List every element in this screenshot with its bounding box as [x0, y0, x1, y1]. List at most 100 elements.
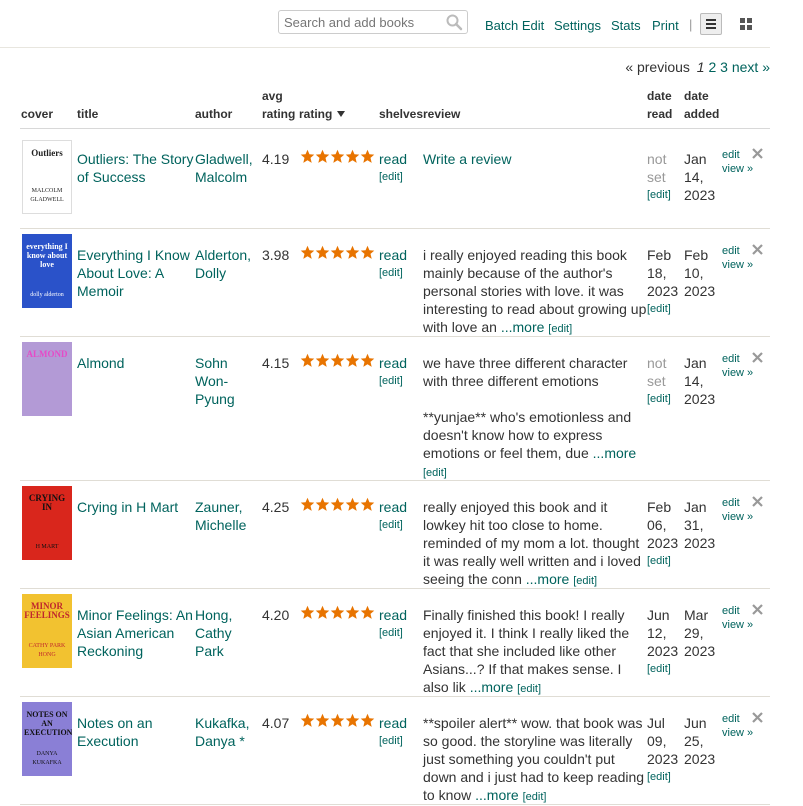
review-edit-link[interactable]: [edit] [523, 791, 547, 803]
shelf-edit-link[interactable]: [edit] [379, 516, 423, 534]
remove-book-icon[interactable] [752, 602, 763, 619]
review-edit-link[interactable]: [edit] [573, 575, 597, 587]
book-title-link[interactable]: Minor Feelings: An Asian American Reckon… [77, 606, 195, 660]
review-edit-link[interactable]: [edit] [517, 683, 541, 695]
star-icon[interactable] [330, 497, 345, 512]
header-date-added-line1[interactable]: date [684, 88, 709, 105]
star-icon[interactable] [300, 713, 315, 728]
stats-link[interactable]: Stats [611, 18, 641, 33]
view-link[interactable]: view » [722, 258, 762, 272]
my-rating-stars[interactable] [300, 149, 380, 165]
search-icon[interactable] [445, 13, 463, 31]
star-icon[interactable] [300, 605, 315, 620]
star-icon[interactable] [300, 149, 315, 164]
remove-book-icon[interactable] [752, 242, 763, 259]
star-icon[interactable] [315, 245, 330, 260]
next-page-link[interactable]: next » [732, 59, 770, 75]
header-review[interactable]: review [423, 106, 460, 123]
star-icon[interactable] [315, 353, 330, 368]
book-author-link[interactable]: Hong, Cathy Park [195, 606, 260, 660]
shelf-link[interactable]: read [379, 499, 407, 515]
header-avg-rating-line1[interactable]: avg [262, 88, 283, 105]
star-icon[interactable] [315, 713, 330, 728]
book-author-link[interactable]: Alderton, Dolly [195, 246, 260, 282]
page-2-link[interactable]: 2 [708, 59, 716, 75]
more-link[interactable]: ...more [526, 571, 570, 587]
book-cover[interactable]: everything I know about love dolly aldert… [22, 234, 72, 308]
star-icon[interactable] [315, 605, 330, 620]
star-icon[interactable] [345, 245, 360, 260]
sort-desc-icon[interactable] [336, 110, 346, 118]
page-3-link[interactable]: 3 [720, 59, 728, 75]
batch-edit-link[interactable]: Batch Edit [485, 18, 544, 33]
shelf-link[interactable]: read [379, 247, 407, 263]
more-link[interactable]: ...more [475, 787, 519, 803]
shelf-edit-link[interactable]: [edit] [379, 624, 423, 642]
header-date-added-line2[interactable]: added [684, 106, 719, 123]
review-edit-link[interactable]: [edit] [548, 323, 572, 335]
star-icon[interactable] [300, 245, 315, 260]
remove-book-icon[interactable] [752, 494, 763, 511]
book-title-link[interactable]: Outliers: The Story of Success [77, 150, 195, 186]
search-input[interactable] [284, 14, 439, 30]
shelf-edit-link[interactable]: [edit] [379, 732, 423, 750]
star-icon[interactable] [330, 245, 345, 260]
my-rating-stars[interactable] [300, 713, 380, 729]
star-icon[interactable] [300, 497, 315, 512]
date-read-edit-link[interactable]: [edit] [647, 660, 685, 678]
star-icon[interactable] [330, 353, 345, 368]
view-link[interactable]: view » [722, 162, 762, 176]
star-icon[interactable] [345, 149, 360, 164]
star-icon[interactable] [360, 353, 375, 368]
view-link[interactable]: view » [722, 366, 762, 380]
view-link[interactable]: view » [722, 726, 762, 740]
shelf-edit-link[interactable]: [edit] [379, 264, 423, 282]
star-icon[interactable] [345, 713, 360, 728]
grid-view-button[interactable] [740, 18, 753, 31]
shelf-link[interactable]: read [379, 355, 407, 371]
star-icon[interactable] [300, 353, 315, 368]
header-shelves[interactable]: shelves [379, 106, 423, 123]
remove-book-icon[interactable] [752, 710, 763, 727]
book-cover[interactable]: CRYING IN H MART [22, 486, 72, 560]
star-icon[interactable] [360, 713, 375, 728]
print-link[interactable]: Print [652, 18, 679, 33]
book-title-link[interactable]: Almond [77, 354, 195, 372]
star-icon[interactable] [345, 605, 360, 620]
book-title-link[interactable]: Crying in H Mart [77, 498, 195, 516]
star-icon[interactable] [360, 605, 375, 620]
view-link[interactable]: view » [722, 618, 762, 632]
star-icon[interactable] [315, 497, 330, 512]
star-icon[interactable] [345, 497, 360, 512]
header-rating[interactable]: rating [299, 106, 346, 123]
review-edit-link[interactable]: [edit] [423, 467, 447, 479]
star-icon[interactable] [330, 713, 345, 728]
header-title[interactable]: title [77, 106, 98, 123]
date-read-edit-link[interactable]: [edit] [647, 300, 685, 318]
book-author-link[interactable]: Sohn Won-Pyung [195, 354, 260, 408]
book-author-link[interactable]: Zauner, Michelle [195, 498, 260, 534]
date-read-edit-link[interactable]: [edit] [647, 186, 685, 204]
shelf-link[interactable]: read [379, 607, 407, 623]
header-date-read-line1[interactable]: date [647, 88, 672, 105]
date-read-edit-link[interactable]: [edit] [647, 768, 685, 786]
book-title-link[interactable]: Everything I Know About Love: A Memoir [77, 246, 195, 300]
book-cover[interactable]: Outliers MALCOLM GLADWELL [22, 140, 72, 214]
shelf-link[interactable]: read [379, 715, 407, 731]
more-link[interactable]: ...more [593, 445, 637, 461]
book-title-link[interactable]: Notes on an Execution [77, 714, 195, 750]
star-icon[interactable] [360, 245, 375, 260]
my-rating-stars[interactable] [300, 353, 380, 369]
star-icon[interactable] [330, 605, 345, 620]
book-author-link[interactable]: Kukafka, Danya * [195, 714, 260, 750]
book-cover[interactable]: ALMOND [22, 342, 72, 416]
more-link[interactable]: ...more [470, 679, 514, 695]
search-box[interactable] [278, 10, 468, 34]
book-cover[interactable]: MINOR FEELINGS CATHY PARK HONG [22, 594, 72, 668]
star-icon[interactable] [360, 497, 375, 512]
shelf-edit-link[interactable]: [edit] [379, 372, 423, 390]
date-read-edit-link[interactable]: [edit] [647, 390, 685, 408]
header-author[interactable]: author [195, 106, 232, 123]
star-icon[interactable] [315, 149, 330, 164]
my-rating-stars[interactable] [300, 245, 380, 261]
